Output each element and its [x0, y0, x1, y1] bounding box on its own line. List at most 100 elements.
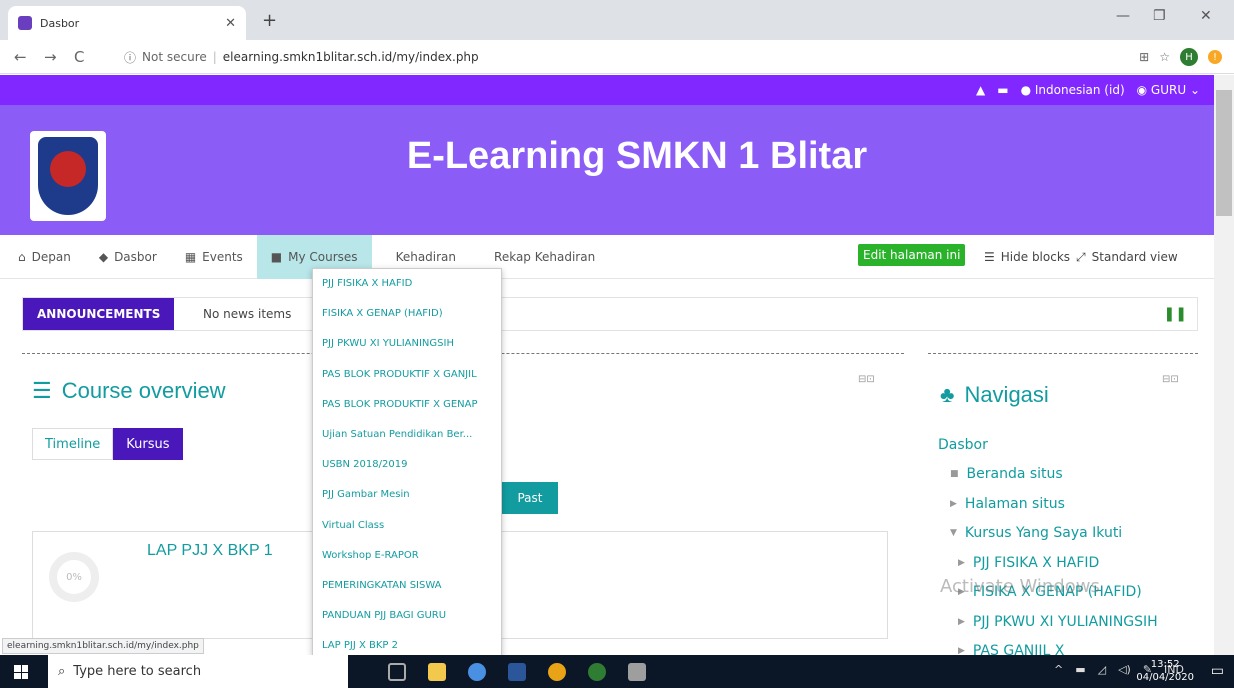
notification-icon[interactable]: ▭ — [1211, 663, 1224, 679]
site-title: E-Learning SMKN 1 Blitar — [406, 135, 868, 177]
tree-label: Beranda situs — [966, 466, 1063, 483]
messages-icon[interactable]: ▬ — [997, 83, 1008, 97]
warning-icon[interactable]: ! — [1208, 50, 1222, 64]
tab-kursus[interactable]: Kursus — [113, 428, 183, 460]
course-overview-heading: Course overview — [61, 378, 226, 403]
caret-right-icon: ▶ — [958, 616, 965, 627]
battery-icon[interactable]: ▬ — [1075, 663, 1085, 676]
tree-kursus[interactable]: ▼ Kursus Yang Saya Ikuti — [938, 519, 1158, 549]
dropdown-course-item[interactable]: Virtual Class — [313, 511, 501, 541]
tree-course-item[interactable]: ▶ PJJ FISIKA X HAFID — [938, 548, 1158, 578]
dropdown-course-item[interactable]: LAP PJJ X BKP 2 — [313, 631, 501, 655]
briefcase-icon: ■ — [270, 249, 283, 264]
chrome-icon[interactable] — [468, 663, 486, 681]
task-view-icon[interactable] — [388, 663, 406, 681]
block-collapse-icon[interactable]: ⊟⊡ — [858, 374, 875, 385]
nav-events[interactable]: ▦ Events — [171, 235, 257, 279]
dropdown-course-item[interactable]: Workshop E-RAPOR — [313, 541, 501, 571]
dropdown-course-item[interactable]: Ujian Satuan Pendidikan Ber... — [313, 420, 501, 450]
standard-view-link[interactable]: Standard view — [1092, 250, 1178, 265]
app-icon[interactable] — [628, 663, 646, 681]
expand-icon[interactable]: ⤢ — [1076, 250, 1086, 265]
dropdown-course-item[interactable]: PAS BLOK PRODUKTIF X GENAP — [313, 390, 501, 420]
reload-icon[interactable]: C — [74, 48, 84, 66]
edit-page-button[interactable]: Edit halaman ini — [858, 244, 966, 266]
clock-date: 04/04/2020 — [1136, 672, 1194, 683]
status-url-tooltip: elearning.smkn1blitar.sch.id/my/index.ph… — [2, 638, 204, 654]
language-label: Indonesian (id) — [1034, 83, 1125, 97]
search-icon: ⌕ — [58, 664, 66, 679]
nav-dasbor[interactable]: ◆ Dasbor — [85, 235, 171, 279]
browser-tab[interactable]: Dasbor ✕ — [8, 6, 246, 40]
tab-close-icon[interactable]: ✕ — [225, 16, 236, 31]
home-icon: ⌂ — [18, 249, 26, 264]
browser-actions: ⊞ ☆ H ! — [1139, 48, 1222, 66]
dropdown-course-item[interactable]: PJJ FISIKA X HAFID — [313, 269, 501, 299]
announcements-label: ANNOUNCEMENTS — [23, 298, 175, 330]
forward-icon[interactable]: → — [44, 48, 57, 66]
tree-label: PJJ PKWU XI YULIANINGSIH — [972, 613, 1158, 630]
language-menu[interactable]: ● Indonesian (id) — [1021, 83, 1125, 97]
translate-icon[interactable]: ⊞ — [1139, 50, 1149, 64]
maximize-icon[interactable]: ❐ — [1153, 8, 1166, 24]
dropdown-course-item[interactable]: USBN 2018/2019 — [313, 450, 501, 480]
word-icon[interactable] — [508, 663, 526, 681]
browser-icon[interactable] — [548, 663, 566, 681]
url-field[interactable]: ⓘ Not secure | elearning.smkn1blitar.sch… — [124, 45, 1074, 69]
dropdown-course-item[interactable]: PJJ PKWU XI YULIANINGSIH — [313, 329, 501, 359]
navigasi-title: ♣ Navigasi — [940, 382, 1049, 408]
dropdown-course-item[interactable]: PANDUAN PJJ BAGI GURU — [313, 601, 501, 631]
app-icon[interactable] — [588, 663, 606, 681]
scrollbar-thumb[interactable] — [1216, 90, 1232, 216]
file-explorer-icon[interactable] — [428, 663, 446, 681]
info-icon[interactable]: ⓘ — [124, 49, 136, 66]
volume-icon[interactable]: ◁) — [1118, 663, 1131, 676]
past-filter-button[interactable]: Past — [502, 482, 558, 514]
navigasi-collapse-icon[interactable]: ⊟⊡ — [1162, 374, 1179, 385]
hide-blocks-link[interactable]: Hide blocks — [1001, 250, 1070, 265]
bookmark-star-icon[interactable]: ☆ — [1159, 50, 1170, 64]
back-icon[interactable]: ← — [14, 48, 27, 66]
dropdown-course-item[interactable]: PAS BLOK PRODUKTIF X GANJIL — [313, 360, 501, 390]
tab-timeline[interactable]: Timeline — [32, 428, 114, 460]
my-courses-dropdown: PJJ FISIKA X HAFID FISIKA X GENAP (HAFID… — [312, 268, 502, 656]
not-secure-label: Not secure — [142, 50, 207, 64]
navigasi-tree: Dasbor ■ Beranda situs ▶ Halaman situs ▼ Ku… — [938, 430, 1158, 666]
dashboard-icon: ◆ — [98, 249, 109, 264]
address-bar: ← → C ⓘ Not secure | elearning.smkn1blit… — [0, 40, 1234, 74]
profile-avatar[interactable]: H — [1180, 48, 1198, 66]
tree-halaman-situs[interactable]: ▶ Halaman situs — [938, 489, 1158, 519]
window-close-icon[interactable]: ✕ — [1200, 8, 1212, 24]
dropdown-course-item[interactable]: PEMERINGKATAN SISWA — [313, 571, 501, 601]
block-controls: ☰ Hide blocks ⤢ Standard view — [984, 250, 1178, 265]
dropdown-course-item[interactable]: FISIKA X GENAP (HAFID) — [313, 299, 501, 329]
calendar-icon: ▦ — [184, 249, 197, 264]
navigasi-heading: Navigasi — [964, 382, 1049, 407]
nav-label: Depan — [31, 249, 71, 264]
notification-bell-icon[interactable]: ▲ — [976, 83, 985, 97]
search-placeholder: Type here to search — [73, 664, 202, 679]
nav-label: Events — [202, 249, 243, 264]
new-tab-icon[interactable]: + — [262, 10, 277, 31]
tree-beranda-situs[interactable]: ■ Beranda situs — [938, 460, 1158, 490]
hide-blocks-icon[interactable]: ☰ — [984, 250, 995, 265]
chevron-up-icon[interactable]: ^ — [1054, 663, 1063, 676]
tree-course-item[interactable]: ▶ PJJ PKWU XI YULIANINGSIH — [938, 607, 1158, 637]
clock[interactable]: 13:52 04/04/2020 — [1136, 658, 1194, 684]
minimize-icon[interactable]: — — [1116, 8, 1130, 24]
network-icon[interactable]: ◿ — [1098, 663, 1106, 676]
menu-icon: ☰ — [32, 378, 52, 403]
site-favicon-icon — [18, 16, 32, 30]
dropdown-course-item[interactable]: PJJ Gambar Mesin — [313, 480, 501, 510]
nav-depan[interactable]: ⌂ Depan — [0, 235, 85, 279]
windows-start-icon[interactable] — [14, 665, 28, 679]
url-separator: | — [212, 50, 217, 64]
pause-icon[interactable]: ❚❚ — [1164, 306, 1187, 322]
nav-label: Rekap Kehadiran — [494, 249, 596, 264]
url-text: elearning.smkn1blitar.sch.id/my/index.ph… — [222, 50, 479, 64]
user-menu[interactable]: ◉ GURU ⌄ — [1137, 83, 1200, 97]
course-name[interactable]: LAP PJJ X BKP 1 — [147, 542, 273, 560]
tree-dasbor[interactable]: Dasbor — [938, 430, 1158, 460]
activate-windows-watermark: Activate Windows — [940, 576, 1100, 597]
taskbar-search[interactable]: ⌕ Type here to search — [48, 655, 348, 688]
